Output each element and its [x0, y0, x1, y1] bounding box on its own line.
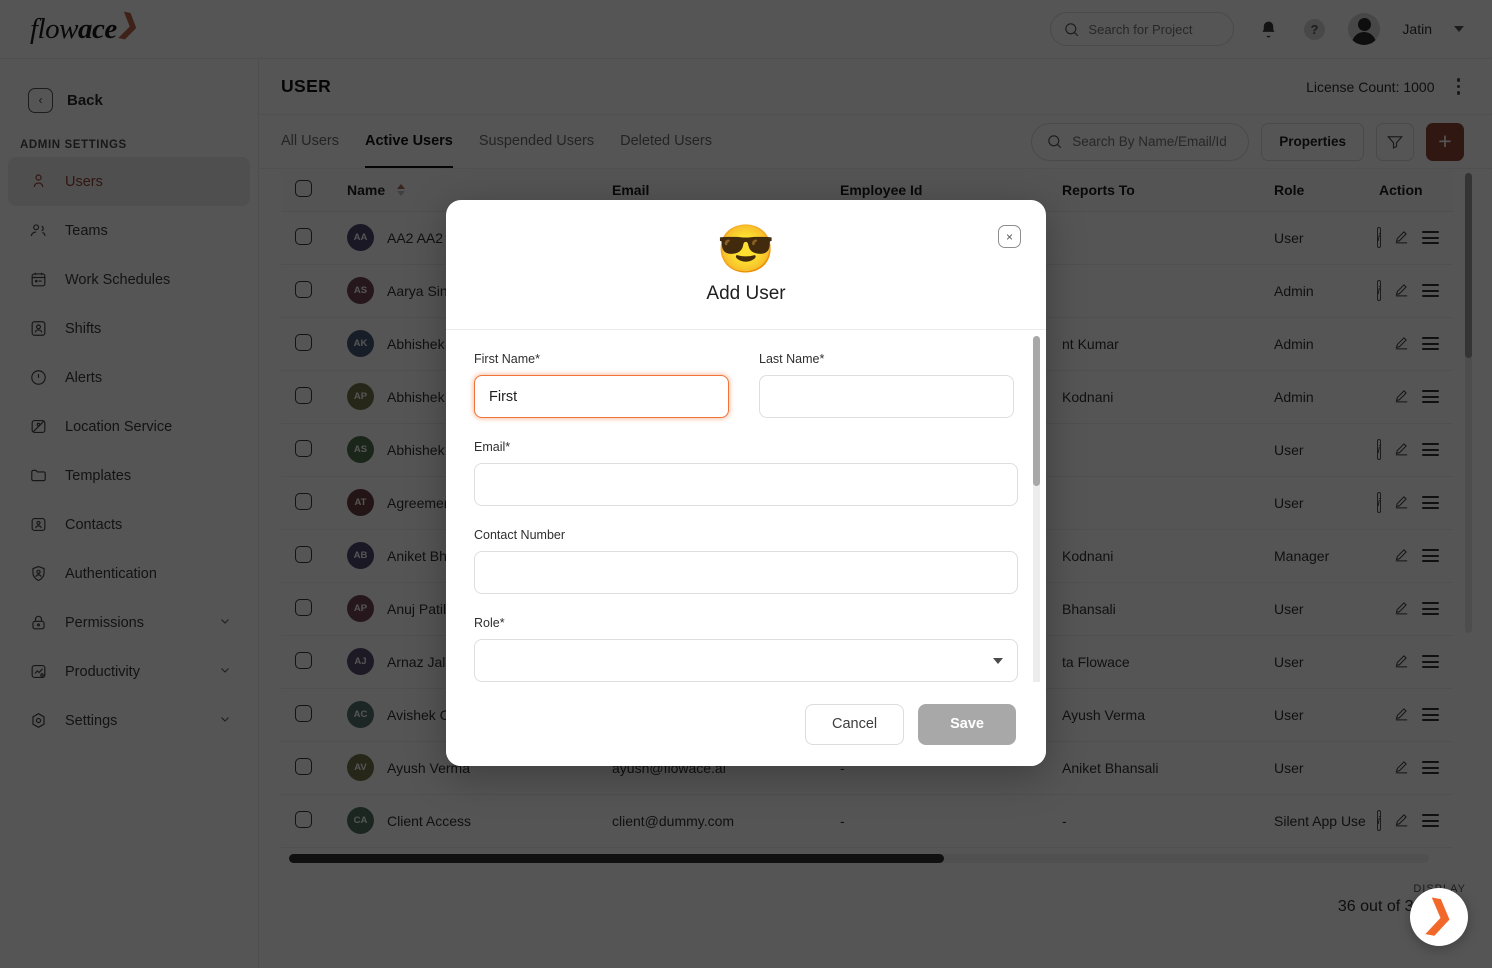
modal-scrollbar[interactable] [1033, 336, 1040, 682]
email-group: Email* [474, 440, 1018, 506]
close-icon[interactable]: × [998, 225, 1021, 248]
first-name-input[interactable] [474, 375, 729, 418]
flowace-chat-icon: ❯ [1421, 892, 1458, 938]
first-name-group: First Name* [474, 352, 729, 418]
scroll-thumb[interactable] [1033, 336, 1040, 486]
last-name-group: Last Name* [759, 352, 1014, 418]
add-user-modal: 😎 Add User × First Name* Last Name* Emai… [446, 200, 1046, 766]
cancel-button[interactable]: Cancel [804, 703, 905, 745]
modal-header: 😎 Add User × [446, 200, 1046, 330]
contact-number-group: Contact Number [474, 528, 1018, 594]
role-select[interactable] [474, 639, 1018, 682]
contact-number-label: Contact Number [474, 528, 566, 542]
role-group: Role* [474, 616, 1018, 682]
contact-number-input[interactable] [474, 551, 1018, 594]
cool-face-icon: 😎 [716, 221, 776, 275]
save-button[interactable]: Save [918, 703, 1016, 745]
modal-body: First Name* Last Name* Email* Contact Nu… [446, 330, 1046, 682]
role-label: Role* [474, 616, 505, 630]
chevron-down-icon [993, 657, 1003, 664]
email-label: Email* [474, 440, 511, 454]
last-name-label: Last Name* [759, 352, 825, 366]
modal-title: Add User [706, 282, 786, 304]
chat-widget-button[interactable]: ❯ [1410, 888, 1468, 946]
modal-footer: Cancel Save [446, 682, 1046, 766]
email-input[interactable] [474, 463, 1018, 506]
last-name-input[interactable] [759, 375, 1014, 418]
first-name-label: First Name* [474, 352, 540, 366]
